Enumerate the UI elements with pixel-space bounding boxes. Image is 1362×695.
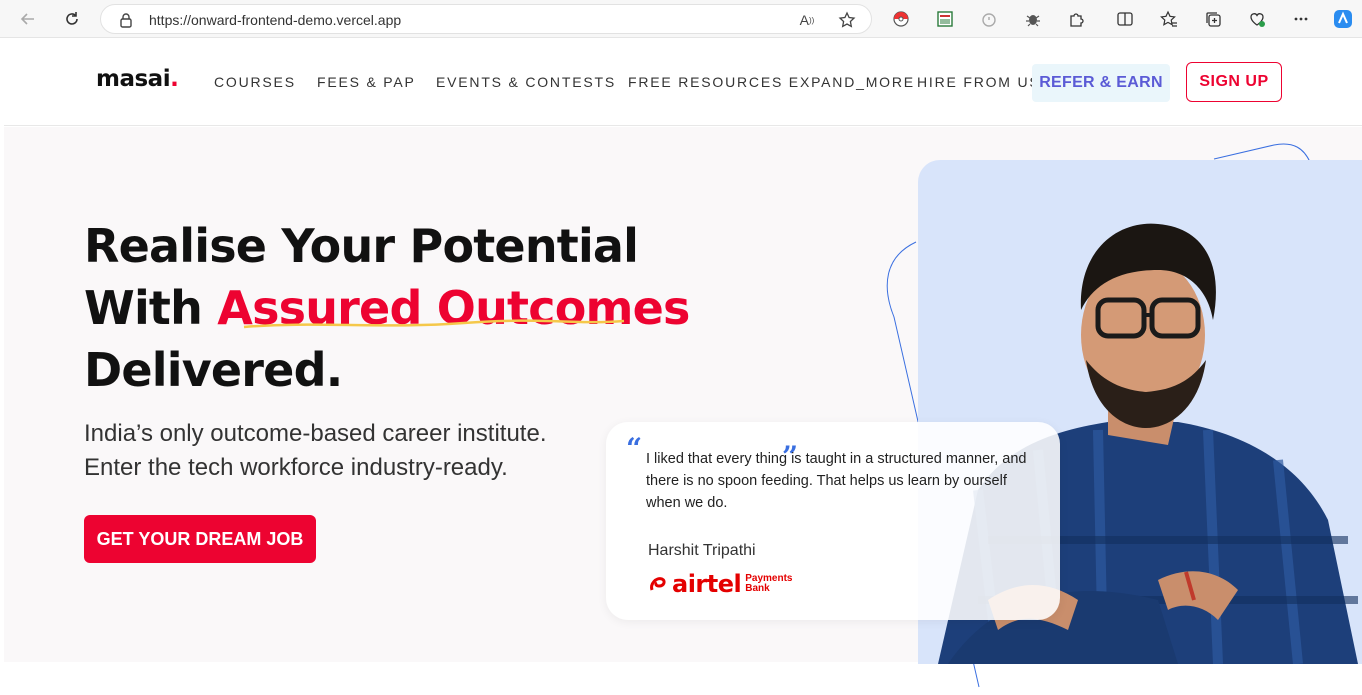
- testimonial-card: “ ” I liked that every thing is taught i…: [606, 422, 1060, 620]
- lock-icon[interactable]: [119, 12, 133, 33]
- address-bar[interactable]: https://onward-frontend-demo.vercel.app …: [100, 4, 872, 34]
- nav-events-contests[interactable]: EVENTS & CONTESTS: [436, 74, 616, 90]
- nav-hire-from-us[interactable]: HIRE FROM US: [917, 74, 1041, 90]
- airtel-swirl-icon: [650, 577, 666, 591]
- airtel-payments-bank-logo: airtel Payments Bank: [648, 570, 792, 598]
- refresh-icon[interactable]: [60, 7, 84, 31]
- testimonial-author: Harshit Tripathi: [648, 542, 756, 559]
- nav-fees-pap[interactable]: FEES & PAP: [317, 74, 416, 90]
- back-icon[interactable]: [16, 7, 40, 31]
- logo-text: masai: [96, 66, 171, 92]
- browser-toolbar: https://onward-frontend-demo.vercel.app …: [0, 0, 1362, 38]
- payments-bank-label: Payments Bank: [745, 574, 792, 594]
- masai-logo[interactable]: masai.: [96, 66, 179, 92]
- nav-courses[interactable]: COURSES: [214, 74, 296, 90]
- collections-icon[interactable]: [1202, 8, 1224, 30]
- favorites-icon[interactable]: [1158, 8, 1180, 30]
- airtel-wordmark: airtel: [672, 570, 742, 598]
- logo-dot: .: [170, 66, 179, 92]
- performance-icon[interactable]: [1246, 8, 1268, 30]
- sign-up-button[interactable]: SIGN UP: [1186, 62, 1282, 102]
- site-header: masai. COURSES FEES & PAP EVENTS & CONTE…: [4, 38, 1362, 126]
- more-icon[interactable]: [1290, 8, 1312, 30]
- url-text[interactable]: https://onward-frontend-demo.vercel.app: [149, 12, 401, 28]
- extensions-puzzle-icon[interactable]: [1066, 8, 1088, 30]
- testimonial-text: I liked that every thing is taught in a …: [646, 451, 1027, 511]
- web-page: masai. COURSES FEES & PAP EVENTS & CONTE…: [4, 38, 1362, 692]
- nav-free-resources[interactable]: FREE RESOURCES EXPAND_MORE: [628, 74, 915, 90]
- split-screen-icon[interactable]: [1114, 8, 1136, 30]
- bug-extension-icon[interactable]: [1022, 8, 1044, 30]
- favorite-star-icon[interactable]: [837, 10, 857, 30]
- copilot-icon[interactable]: [1332, 8, 1354, 30]
- bank-text: Bank: [745, 583, 770, 594]
- timer-extension-icon[interactable]: [978, 8, 1000, 30]
- quote-open-icon: “: [626, 432, 643, 465]
- refer-earn-button[interactable]: REFER & EARN: [1032, 64, 1170, 102]
- hero-section: Realise Your Potential With Assured Outc…: [4, 127, 1362, 688]
- sheet-extension-icon[interactable]: [934, 8, 956, 30]
- read-aloud-icon[interactable]: A)): [797, 10, 817, 30]
- pokeball-extension-icon[interactable]: [890, 8, 912, 30]
